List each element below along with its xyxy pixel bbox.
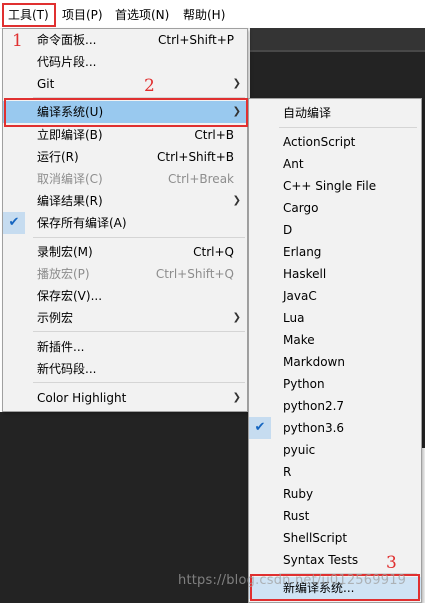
submenu-item-shellscript[interactable]: ShellScript — [249, 527, 421, 549]
menu-item-playback-macro: 播放宏(P) Ctrl+Shift+Q — [37, 267, 234, 281]
submenu-item-d[interactable]: D — [249, 219, 421, 241]
annotation-number-3: 3 — [386, 553, 397, 573]
check-icon: ✔ — [3, 212, 25, 234]
menu-item-record-macro[interactable]: 录制宏(M) Ctrl+Q — [3, 241, 247, 263]
menu-item-save-macro[interactable]: 保存宏(V)... — [3, 285, 247, 307]
chevron-right-icon: ❯ — [232, 392, 241, 403]
menu-item-save-all-on-build[interactable]: ✔ 保存所有编译(A) — [3, 212, 247, 234]
submenu-item-ant[interactable]: Ant — [249, 153, 421, 175]
submenu-item-python27[interactable]: python2.7 — [249, 395, 421, 417]
menu-bar: 工具(T) 项目(P) 首选项(N) 帮助(H) — [0, 0, 425, 29]
menubar-project[interactable]: 项目(P) — [62, 7, 103, 23]
submenu-item-cargo[interactable]: Cargo — [249, 197, 421, 219]
submenu-item-erlang[interactable]: Erlang — [249, 241, 421, 263]
menu-item-macros[interactable]: 示例宏 ❯ — [3, 307, 247, 329]
menu-item-command-palette[interactable]: 命令面板... Ctrl+Shift+P — [3, 29, 247, 51]
submenu-item-lua[interactable]: Lua — [249, 307, 421, 329]
menu-separator — [279, 127, 417, 128]
menu-item-build[interactable]: 立即编译(B) Ctrl+B — [3, 124, 247, 146]
menu-item-new-plugin[interactable]: 新插件... — [3, 336, 247, 358]
submenu-item-ruby[interactable]: Ruby — [249, 483, 421, 505]
check-icon: ✔ — [249, 417, 271, 439]
build-system-submenu: 自动编译 ActionScript Ant C++ Single File Ca… — [248, 98, 422, 603]
submenu-item-pyuic[interactable]: pyuic — [249, 439, 421, 461]
menu-item-snippets[interactable]: 代码片段... — [3, 51, 247, 73]
menubar-help[interactable]: 帮助(H) — [183, 7, 225, 23]
tools-menu: 命令面板... Ctrl+Shift+P 代码片段... Git ❯ 编译系统(U)… — [2, 28, 248, 412]
submenu-item-cpp-single-file[interactable]: C++ Single File — [249, 175, 421, 197]
tab-strip — [250, 28, 425, 52]
submenu-item-r[interactable]: R — [249, 461, 421, 483]
submenu-item-automatic[interactable]: 自动编译 — [249, 102, 421, 124]
chevron-right-icon: ❯ — [232, 78, 241, 89]
submenu-item-haskell[interactable]: Haskell — [249, 263, 421, 285]
submenu-item-python36[interactable]: ✔ python3.6 — [249, 417, 421, 439]
chevron-right-icon: ❯ — [232, 312, 241, 323]
menu-separator — [33, 331, 245, 332]
watermark: https://blog.csdn.net/u012569919 — [178, 573, 407, 588]
annotation-box-tools — [2, 3, 56, 27]
submenu-item-python[interactable]: Python — [249, 373, 421, 395]
submenu-item-make[interactable]: Make — [249, 329, 421, 351]
menubar-preferences[interactable]: 首选项(N) — [115, 7, 169, 23]
submenu-item-javac[interactable]: JavaC — [249, 285, 421, 307]
menu-item-color-highlight[interactable]: Color Highlight ❯ — [3, 387, 247, 409]
annotation-box-build-system — [4, 98, 248, 127]
annotation-number-1: 1 — [12, 31, 23, 51]
submenu-item-rust[interactable]: Rust — [249, 505, 421, 527]
menu-item-new-snippet[interactable]: 新代码段... — [3, 358, 247, 380]
menu-separator — [33, 382, 245, 383]
chevron-right-icon: ❯ — [232, 195, 241, 206]
submenu-item-actionscript[interactable]: ActionScript — [249, 131, 421, 153]
menu-item-cancel-build: 取消编译(C) Ctrl+Break — [37, 172, 234, 186]
menu-item-git[interactable]: Git ❯ — [3, 73, 247, 95]
annotation-number-2: 2 — [144, 76, 155, 96]
menu-item-build-results[interactable]: 编译结果(R) ❯ — [3, 190, 247, 212]
menu-separator — [33, 237, 245, 238]
submenu-item-markdown[interactable]: Markdown — [249, 351, 421, 373]
menu-item-run[interactable]: 运行(R) Ctrl+Shift+B — [3, 146, 247, 168]
